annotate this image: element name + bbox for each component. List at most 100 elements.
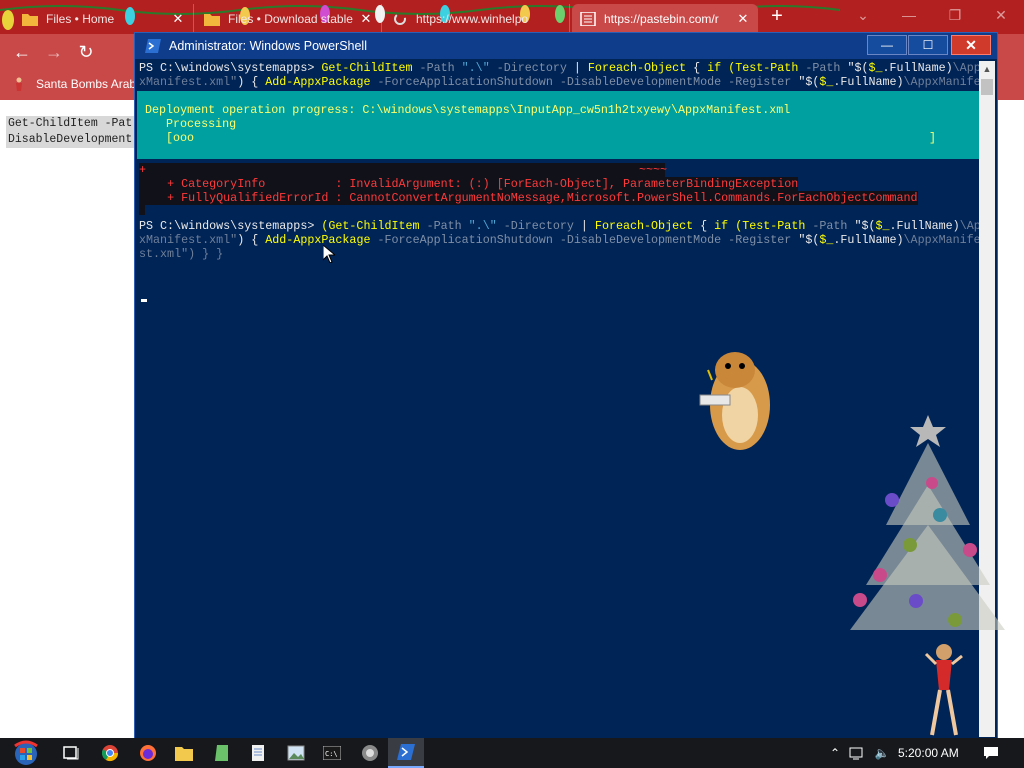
maximize-button[interactable]: ☐	[908, 35, 948, 55]
volume-icon[interactable]: 🔈	[872, 738, 892, 768]
prompt: PS C:\windows\systemapps>	[139, 61, 315, 75]
token: \App	[959, 219, 979, 233]
game-app-icon	[362, 745, 378, 761]
taskbar-image-viewer[interactable]	[278, 738, 314, 768]
tab-label: Files • Download stable	[228, 12, 353, 26]
browser-minimize-button[interactable]: —	[886, 0, 932, 30]
token: $_	[819, 233, 834, 247]
close-tab-icon[interactable]: ✕	[736, 11, 750, 27]
file-explorer-icon	[175, 747, 193, 761]
token: \AppxManife	[903, 75, 979, 89]
scroll-up-icon[interactable]: ▲	[979, 61, 995, 77]
token: if	[707, 61, 722, 75]
notepad-plus-icon	[215, 745, 228, 761]
christmas-tree-image	[850, 415, 1005, 630]
token: .FullName)	[882, 61, 953, 75]
token: $_	[875, 219, 890, 233]
close-button[interactable]: ✕	[951, 35, 991, 55]
token: (Test-Path	[721, 61, 799, 75]
error-fq-id: + FullyQualifiedErrorId : CannotConvertA…	[139, 191, 918, 205]
task-view-button[interactable]	[54, 738, 90, 768]
taskbar-clock[interactable]: 5:20:00 AM	[898, 746, 959, 760]
back-arrow-icon[interactable]: ←	[10, 40, 34, 64]
pastebin-page-content: Get-ChildItem -Pat DisableDevelopment	[6, 116, 135, 148]
powershell-icon	[397, 744, 415, 760]
token: (Get-ChildItem	[321, 219, 420, 233]
taskbar-file-explorer[interactable]	[166, 738, 202, 768]
image-viewer-icon	[287, 745, 305, 761]
taskbar-cmd[interactable]: C:\	[314, 738, 350, 768]
chrome-icon	[101, 745, 119, 762]
start-button[interactable]	[8, 738, 44, 768]
windows-taskbar: C:\ ⌃ 🔈 5:20:00 AM	[0, 738, 1024, 768]
console-line: xManifest.xml") { Add-AppxPackage -Force…	[139, 233, 979, 247]
prompt: PS C:\windows\systemapps>	[139, 219, 315, 233]
token: \AppxManife	[903, 233, 979, 247]
folder-icon	[204, 14, 220, 26]
loading-spinner-icon	[394, 13, 406, 25]
new-tab-button[interactable]: +	[764, 5, 790, 29]
taskbar-firefox[interactable]	[130, 738, 166, 768]
browser-close-button[interactable]: ✕	[978, 0, 1024, 30]
token: -Path	[419, 219, 469, 233]
token: Foreach-Object	[587, 219, 701, 233]
browser-restore-button[interactable]: ❐	[932, 0, 978, 30]
taskbar-notepad[interactable]	[240, 738, 276, 768]
bookmark-item[interactable]: Santa Bombs Arab	[14, 77, 136, 91]
error-marker-line: + ~~~~	[139, 163, 667, 177]
folder-icon	[22, 14, 38, 26]
close-tab-icon[interactable]: ✕	[359, 11, 373, 27]
progress-status: Processing	[166, 117, 237, 131]
close-tab-icon[interactable]: ✕	[171, 11, 185, 27]
tab-pastebin[interactable]: https://pastebin.com/r ✕	[572, 4, 758, 34]
scrollbar-thumb[interactable]	[981, 79, 993, 95]
token: .FullName)	[889, 219, 960, 233]
action-center-icon[interactable]	[980, 738, 1002, 768]
token: Get-ChildItem	[321, 61, 413, 75]
token: -Path	[798, 61, 848, 75]
token: xManifest.xml"	[139, 233, 238, 247]
token: -ForceApplicationShutdown -DisableDevelo…	[370, 75, 799, 89]
token: "$(	[847, 61, 869, 75]
error-text: + CategoryInfo : InvalidArgument: (:) [F…	[167, 177, 799, 191]
svg-text:C:\: C:\	[325, 750, 338, 758]
forward-arrow-icon[interactable]: →	[42, 40, 66, 64]
show-hidden-icons-chevron-icon[interactable]: ⌃	[826, 738, 844, 768]
network-icon[interactable]	[848, 738, 868, 768]
token: $_	[868, 61, 883, 75]
browser-tab-strip: Files • Home ✕ Files • Download stable ✕…	[0, 0, 1024, 34]
firefox-icon	[140, 745, 156, 761]
window-title: Administrator: Windows PowerShell	[169, 39, 367, 53]
taskbar-notepad-plus[interactable]	[204, 738, 240, 768]
minimize-button[interactable]: —	[867, 35, 907, 55]
token: "$(	[854, 219, 876, 233]
token: {	[700, 219, 715, 233]
token: .FullName)	[833, 75, 904, 89]
powershell-icon	[145, 39, 161, 53]
tab-label: https://pastebin.com/r	[604, 12, 719, 26]
taskbar-chrome[interactable]	[92, 738, 128, 768]
powershell-titlebar[interactable]: Administrator: Windows PowerShell — ☐ ✕	[135, 33, 997, 59]
tab-winhelponline[interactable]: https://www.winhelpo	[384, 4, 570, 34]
page-text-line: DisableDevelopment	[6, 132, 135, 148]
progress-bar-end: ]	[929, 131, 937, 145]
tab-files-home[interactable]: Files • Home ✕	[14, 4, 194, 34]
progress-title: Deployment operation progress: C:\window…	[145, 103, 791, 117]
token: xManifest.xml"	[139, 75, 238, 89]
console-line: st.xml") } }	[139, 247, 224, 261]
notepad-icon	[252, 745, 264, 761]
pastebin-icon	[580, 12, 596, 26]
reload-icon[interactable]: ↻	[74, 40, 98, 64]
tab-files-download[interactable]: Files • Download stable ✕	[196, 4, 382, 34]
token: -Path	[805, 219, 855, 233]
taskbar-game-app[interactable]	[352, 738, 388, 768]
taskbar-powershell[interactable]	[388, 738, 424, 768]
dancer-animation-image	[924, 644, 963, 736]
token: Foreach-Object	[580, 61, 694, 75]
error-marker: +	[139, 163, 147, 177]
progress-bar-text: [ooo	[166, 131, 195, 145]
console-line: xManifest.xml") { Add-AppxPackage -Force…	[139, 75, 979, 89]
text-cursor	[141, 299, 147, 302]
browser-menu-chevron-icon[interactable]: ⌄	[840, 0, 886, 30]
token: -ForceApplicationShutdown -DisableDevelo…	[370, 233, 799, 247]
